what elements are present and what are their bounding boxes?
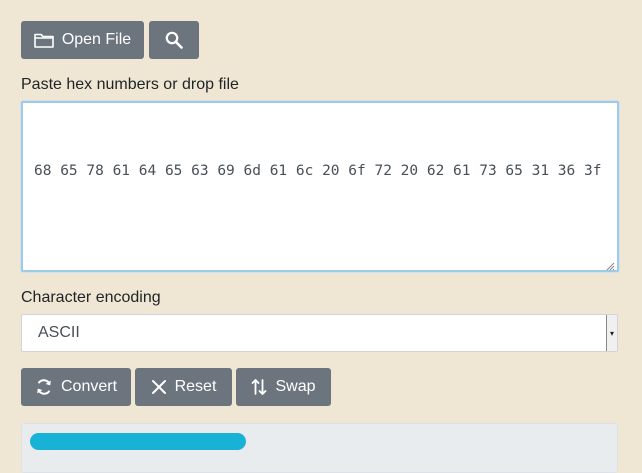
hex-input-value[interactable]: 68 65 78 61 64 65 63 69 6d 61 6c 20 6f 7… xyxy=(34,159,605,183)
encoding-selected-value: ASCII xyxy=(38,324,80,341)
swap-icon xyxy=(251,378,267,396)
convert-button[interactable]: Convert xyxy=(21,368,131,406)
search-button[interactable] xyxy=(149,21,199,59)
reset-label: Reset xyxy=(174,378,217,395)
swap-label: Swap xyxy=(275,378,316,395)
encoding-label: Character encoding xyxy=(21,289,161,306)
folder-icon xyxy=(34,32,54,48)
swap-button[interactable]: Swap xyxy=(236,368,331,406)
search-icon xyxy=(165,31,183,49)
open-file-button[interactable]: Open File xyxy=(21,21,144,59)
convert-label: Convert xyxy=(60,378,118,395)
reset-button[interactable]: Reset xyxy=(135,368,232,406)
hex-input[interactable]: 68 65 78 61 64 65 63 69 6d 61 6c 20 6f 7… xyxy=(21,101,619,272)
output-box xyxy=(21,423,618,473)
refresh-icon xyxy=(35,378,53,396)
hex-input-label: Paste hex numbers or drop file xyxy=(21,76,239,93)
resize-grip-icon[interactable] xyxy=(605,258,615,271)
chevron-down-icon[interactable]: ▾ xyxy=(606,315,617,351)
redacted-output xyxy=(30,433,246,450)
encoding-select[interactable]: ASCII ▾ xyxy=(21,314,618,352)
open-file-label: Open File xyxy=(61,31,132,48)
close-icon xyxy=(151,379,167,395)
